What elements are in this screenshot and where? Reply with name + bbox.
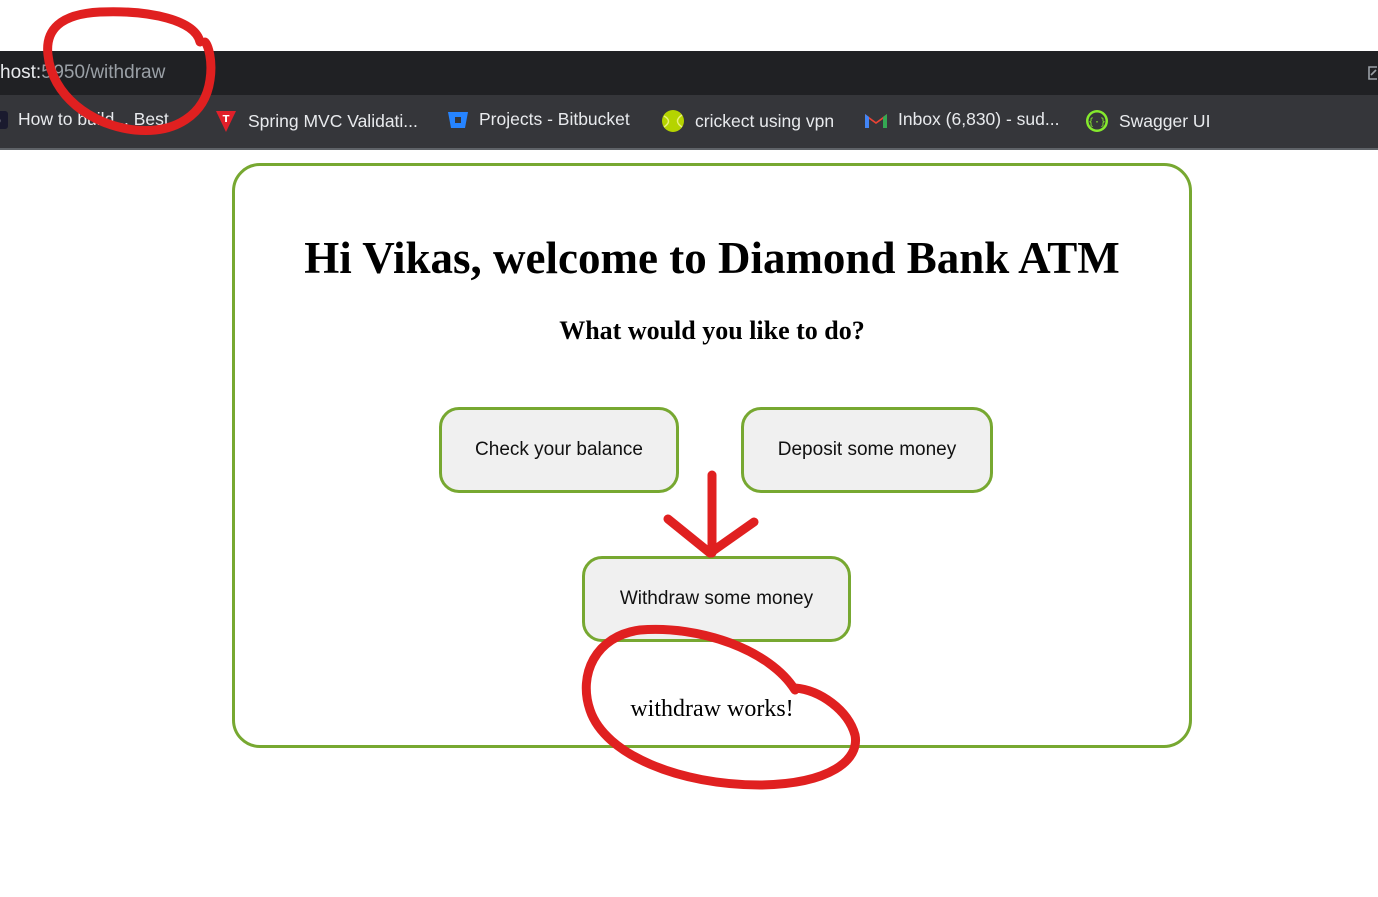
deposit-button[interactable]: Deposit some money xyxy=(741,407,993,493)
site-icon: ) xyxy=(0,110,8,129)
url-host: host: xyxy=(0,62,42,83)
bookmark-cricket[interactable]: crickect using vpn xyxy=(661,109,834,133)
bitbucket-icon xyxy=(448,111,468,128)
bookmark-label: crickect using vpn xyxy=(695,110,835,131)
page-title: Hi Vikas, welcome to Diamond Bank ATM xyxy=(304,233,1120,283)
top-whitespace xyxy=(0,0,1378,51)
red-t-icon: T xyxy=(216,111,236,132)
url-text[interactable]: host:5 950/withdraw xyxy=(0,62,165,84)
swagger-icon: {·} xyxy=(1086,110,1108,132)
bookmark-label: Inbox (6,830) - sud... xyxy=(898,109,1060,129)
bookmark-spring-mvc[interactable]: T Spring MVC Validati... xyxy=(214,109,418,133)
bookmark-label: Swagger UI xyxy=(1119,110,1211,131)
address-bar[interactable]: host:5 950/withdraw xyxy=(0,51,1378,95)
bookmark-inbox[interactable]: Inbox (6,830) - sud... xyxy=(864,109,1059,130)
svg-text:T: T xyxy=(223,114,230,125)
result-message: withdraw works! xyxy=(630,696,794,722)
bookmark-swagger[interactable]: {·} Swagger UI xyxy=(1085,109,1210,133)
withdraw-button[interactable]: Withdraw some money xyxy=(582,556,851,642)
share-icon[interactable] xyxy=(1366,65,1378,81)
tennis-ball-icon xyxy=(662,110,684,132)
bookmark-bitbucket[interactable]: Projects - Bitbucket xyxy=(447,109,630,130)
bookmarks-bar: ) How to build... Best T Spring MVC Vali… xyxy=(0,95,1378,150)
gmail-icon xyxy=(865,113,887,128)
check-balance-button[interactable]: Check your balance xyxy=(439,407,679,493)
atm-panel: Hi Vikas, welcome to Diamond Bank ATM Wh… xyxy=(232,163,1192,748)
bookmark-label: Projects - Bitbucket xyxy=(479,109,630,129)
bookmark-how-to-build[interactable]: ) How to build... Best xyxy=(0,109,169,130)
bookmark-label: Spring MVC Validati... xyxy=(248,110,418,131)
url-path: 5 950/withdraw xyxy=(41,62,166,83)
page-subtitle: What would you like to do? xyxy=(559,316,865,345)
svg-text:): ) xyxy=(0,114,1,127)
svg-text:{·}: {·} xyxy=(1088,117,1106,128)
bookmark-label: How to build... Best xyxy=(18,109,169,129)
